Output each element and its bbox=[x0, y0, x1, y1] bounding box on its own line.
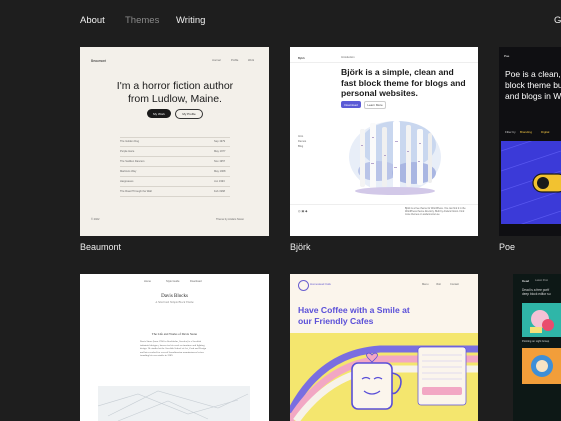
theme-card-davis[interactable]: Home Style Guide Download Davis Blocks A… bbox=[80, 274, 269, 421]
theme-card-beaumont[interactable]: Beaumont Journal Profile Work I'm a horr… bbox=[80, 47, 269, 236]
nav-link-about[interactable]: About bbox=[80, 15, 105, 26]
menu-item-download[interactable]: Download bbox=[190, 280, 202, 283]
theme-name-beaumont[interactable]: Beaumont bbox=[80, 242, 121, 252]
book-date: Jun 1993 bbox=[214, 180, 225, 183]
book-date: Feb 1968 bbox=[214, 190, 225, 193]
theme-card-bjork[interactable]: Björk Introduction Björk is a simple, cl… bbox=[290, 47, 478, 236]
my-profile-button[interactable]: My Profile bbox=[175, 109, 203, 119]
post-body: Davis Stone (born 1956 in Stockholm, Swe… bbox=[140, 340, 207, 358]
book-title[interactable]: Hargreaves bbox=[120, 180, 133, 183]
hero-headline: I'm a horror fiction author from Ludlow,… bbox=[116, 80, 234, 105]
menu-item-contact[interactable]: Contact bbox=[450, 283, 459, 286]
menu-item-visit[interactable]: Visit bbox=[436, 283, 441, 286]
theme-card-dead[interactable]: Dead Latest Post Dead is a free portf de… bbox=[513, 274, 561, 421]
hero-headline: Björk is a simple, clean and fast block … bbox=[341, 67, 466, 98]
hero-headline: Poe is a clean, fr block theme built and… bbox=[505, 69, 561, 101]
twitter-icon[interactable]: ◆ bbox=[305, 209, 307, 213]
book-date: Nov 1957 bbox=[214, 160, 226, 163]
nav-link-cut-off[interactable]: G bbox=[554, 15, 561, 26]
project-thumbnail[interactable] bbox=[522, 348, 561, 384]
filter-branding[interactable]: Branding bbox=[520, 130, 532, 134]
instagram-icon[interactable]: ▣ bbox=[301, 209, 304, 213]
book-date: Sep 1979 bbox=[214, 140, 226, 143]
book-title[interactable]: The Road Through the Wall bbox=[120, 190, 152, 193]
site-subtitle: A Small and Simple Block Theme bbox=[155, 301, 194, 304]
menu-item-style-guide[interactable]: Style Guide bbox=[166, 280, 179, 283]
book-title[interactable]: Purple Haze bbox=[120, 150, 134, 153]
footer-copyright: © 2022 bbox=[91, 218, 100, 221]
menu-item-journal[interactable]: Journal bbox=[212, 59, 221, 62]
footer-text: Björk is a free theme for WordPress. You… bbox=[405, 207, 466, 216]
menu-item-profile[interactable]: Profile bbox=[231, 59, 238, 62]
menu-item-home[interactable]: Home bbox=[144, 280, 151, 283]
cafe-logo-icon bbox=[298, 280, 309, 291]
book-date: May 1968 bbox=[214, 170, 226, 173]
book-title[interactable]: The Sudden Dancers bbox=[120, 160, 145, 163]
learn-more-button[interactable]: Learn More bbox=[364, 101, 386, 109]
my-work-button[interactable]: My Work bbox=[147, 109, 171, 118]
filter-digital[interactable]: Digital bbox=[541, 130, 549, 134]
post-image bbox=[98, 386, 250, 421]
nav-link-themes[interactable]: Themes bbox=[125, 15, 159, 26]
book-date: May 1977 bbox=[214, 150, 226, 153]
side-link[interactable]: Blog bbox=[298, 145, 303, 148]
hero-banner bbox=[290, 333, 478, 421]
site-title: Beaumont bbox=[91, 59, 107, 63]
side-link[interactable]: Intro bbox=[298, 135, 303, 138]
filter-label: Filter by bbox=[505, 130, 516, 134]
nav-link-writing[interactable]: Writing bbox=[176, 15, 205, 26]
site-title: Björk bbox=[298, 56, 305, 60]
hero-headline: Dead is a free portf deep block editor s… bbox=[522, 288, 551, 297]
menu-item-introduction[interactable]: Introduction bbox=[341, 56, 355, 59]
post-title[interactable]: Pointing on Light Group bbox=[522, 340, 549, 343]
download-button[interactable]: Download bbox=[341, 101, 361, 108]
book-title[interactable]: The Golden Dog bbox=[120, 140, 139, 143]
menu-item-work[interactable]: Work bbox=[248, 59, 254, 62]
menu-item-menu[interactable]: Menu bbox=[422, 283, 429, 286]
project-thumbnail[interactable] bbox=[501, 141, 561, 224]
poe-logo: Poe bbox=[504, 54, 510, 58]
site-title: Dead bbox=[522, 279, 530, 283]
project-thumbnail[interactable] bbox=[522, 303, 561, 337]
hero-headline: Have Coffee with a Smile at our Friendly… bbox=[298, 305, 410, 326]
watercolor-trees-illustration bbox=[349, 121, 441, 195]
theme-card-coffee[interactable]: Homestead Cafe Menu Visit Contact Have C… bbox=[290, 274, 478, 421]
theme-card-poe[interactable]: Poe Poe is a clean, fr block theme built… bbox=[499, 47, 561, 236]
social-icons: ◎ ▣ ◆ bbox=[298, 209, 312, 213]
footer-credit: Theme by Anders Noren bbox=[216, 218, 245, 221]
brand-name: Homestead Cafe bbox=[310, 282, 331, 286]
menu-item-latest-post[interactable]: Latest Post bbox=[535, 279, 548, 282]
theme-name-poe[interactable]: Poe bbox=[499, 242, 515, 252]
book-title[interactable]: Martina's Way bbox=[120, 170, 136, 173]
post-title: The Life and Works of Davis Stone bbox=[151, 332, 198, 336]
side-link[interactable]: Demos bbox=[298, 140, 306, 143]
site-title: Davis Blocks bbox=[161, 294, 188, 299]
top-nav: About Themes Writing G bbox=[0, 0, 561, 42]
theme-name-bjork[interactable]: Björk bbox=[290, 242, 311, 252]
